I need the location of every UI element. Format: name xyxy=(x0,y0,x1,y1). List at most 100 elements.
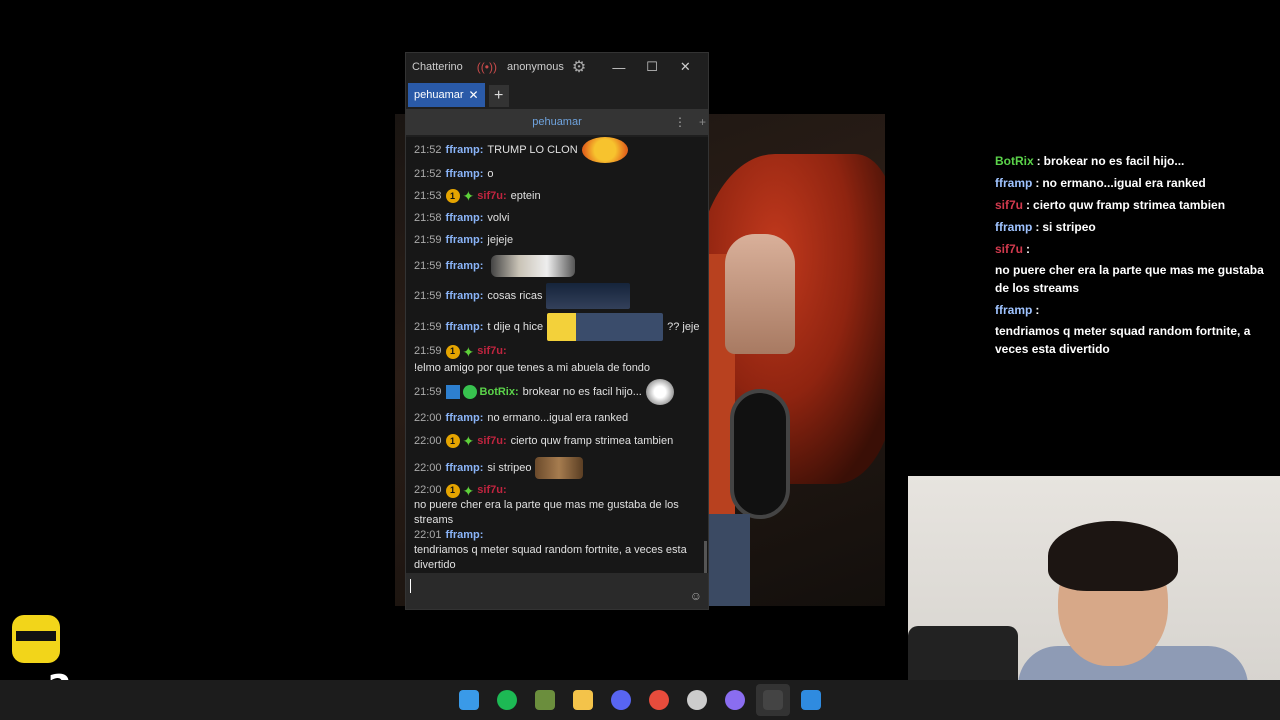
text-caret xyxy=(410,579,411,593)
chat-message[interactable]: 21:59 BotRix: brokear no es facil hijo... xyxy=(414,377,700,407)
message-text: cierto quw framp strimea tambien xyxy=(510,434,674,447)
message-timestamp: 21:52 xyxy=(414,143,442,156)
chatterino-icon[interactable] xyxy=(756,684,790,716)
emoji-icon[interactable]: ☺ xyxy=(690,589,702,603)
message-text-after: ?? jeje xyxy=(667,320,700,333)
chat-message[interactable]: 21:52 fframp: TRUMP LO CLON xyxy=(414,137,700,163)
scrollbar[interactable] xyxy=(704,541,707,573)
message-username[interactable]: sif7u: xyxy=(477,344,506,359)
folder-icon[interactable] xyxy=(566,684,600,716)
minecraft-icon[interactable] xyxy=(528,684,562,716)
chatterino-window: Chatterino ((•)) anonymous ⚙ — ☐ ✕ pehua… xyxy=(405,52,709,610)
account-name[interactable]: anonymous xyxy=(507,61,564,73)
add-split-icon[interactable]: + xyxy=(699,115,706,129)
message-timestamp: 21:59 xyxy=(414,385,442,398)
overlay-separator: : xyxy=(1035,220,1040,234)
message-username[interactable]: fframp: xyxy=(446,211,484,226)
message-list[interactable]: 21:52 fframp: TRUMP LO CLON 21:52 fframp: o 21… xyxy=(406,137,708,575)
sparkle-badge-icon: ✦ xyxy=(462,482,475,499)
chat-message[interactable]: 21:59 1 ✦ sif7u: !elmo amigo por que tenes a… xyxy=(414,343,700,377)
vscode-icon[interactable] xyxy=(794,684,828,716)
overlay-username: fframp xyxy=(995,303,1033,317)
spotify-icon[interactable] xyxy=(490,684,524,716)
overlay-message: sif7u: cierto quw framp strimea tambien xyxy=(995,196,1280,214)
live-icon[interactable]: ((•)) xyxy=(477,60,497,74)
message-text: t dije q hice xyxy=(487,320,544,333)
bot-badge-icon xyxy=(445,385,460,399)
chat-input[interactable]: ☺ xyxy=(406,573,708,609)
obs-icon[interactable] xyxy=(680,684,714,716)
message-text: TRUMP LO CLON xyxy=(487,143,578,156)
split-menu-icon[interactable]: ⋮ xyxy=(674,115,686,129)
chrome-icon-glyph xyxy=(649,690,669,710)
streamer-hair xyxy=(1048,521,1178,591)
overlay-separator: : xyxy=(1035,176,1040,190)
message-text: no puere cher era la parte que mas me gu… xyxy=(414,499,679,526)
tab-pehuamar[interactable]: pehuamar ✕ xyxy=(408,83,485,107)
message-username[interactable]: sif7u: xyxy=(477,189,506,204)
chat-message[interactable]: 22:00 1 ✦ sif7u: no puere cher era la parte … xyxy=(414,483,700,528)
message-username[interactable]: fframp: xyxy=(446,320,484,335)
message-username[interactable]: sif7u: xyxy=(477,434,506,449)
chat-message[interactable]: 21:53 1 ✦ sif7u: eptein xyxy=(414,185,700,207)
message-timestamp: 22:00 xyxy=(414,434,442,447)
trump-emote-icon[interactable] xyxy=(581,137,628,163)
messenger-icon[interactable] xyxy=(718,684,752,716)
windows-icon[interactable] xyxy=(452,684,486,716)
chat-message[interactable]: 21:59 fframp: xyxy=(414,251,700,281)
car-wheel xyxy=(730,389,790,519)
rock-emote-icon[interactable] xyxy=(535,457,584,479)
pair-emote-icon[interactable] xyxy=(547,313,664,341)
close-button[interactable]: ✕ xyxy=(669,59,702,75)
message-username[interactable]: fframp: xyxy=(446,528,484,543)
minimize-button[interactable]: — xyxy=(602,60,635,75)
cool-emote-icon xyxy=(12,615,62,670)
chat-message[interactable]: 21:59 fframp: t dije q hice ?? jeje xyxy=(414,311,700,343)
person-jeans xyxy=(705,514,750,606)
chat-message[interactable]: 22:01 fframp: tendriamos q meter squad ran… xyxy=(414,528,700,575)
dark-emote-icon[interactable] xyxy=(546,283,631,309)
message-timestamp: 21:59 xyxy=(414,233,442,246)
message-username[interactable]: fframp: xyxy=(446,461,484,476)
overlay-username: fframp xyxy=(995,176,1033,190)
message-username[interactable]: sif7u: xyxy=(477,483,506,498)
chat-message[interactable]: 22:00 fframp: no ermano...igual era ranked xyxy=(414,407,700,429)
person-hand xyxy=(725,234,795,354)
overlay-separator: : xyxy=(1026,198,1031,212)
message-username[interactable]: fframp: xyxy=(446,167,484,182)
chat-message[interactable]: 22:00 fframp: si stripeo xyxy=(414,453,700,483)
troll-emote-icon[interactable] xyxy=(645,379,674,405)
messenger-icon-glyph xyxy=(725,690,745,710)
title-bar[interactable]: Chatterino ((•)) anonymous ⚙ — ☐ ✕ xyxy=(406,53,708,81)
chrome-icon[interactable] xyxy=(642,684,676,716)
message-username[interactable]: BotRix: xyxy=(480,385,519,400)
chat-message[interactable]: 21:52 fframp: o xyxy=(414,163,700,185)
message-username[interactable]: fframp: xyxy=(446,233,484,248)
folder-icon-glyph xyxy=(573,690,593,710)
channel-name: pehuamar xyxy=(532,116,582,128)
message-username[interactable]: fframp: xyxy=(446,143,484,158)
message-timestamp: 22:00 xyxy=(414,411,442,424)
overlay-username: sif7u xyxy=(995,242,1024,256)
discord-icon[interactable] xyxy=(604,684,638,716)
chat-message[interactable]: 21:59 fframp: cosas ricas xyxy=(414,281,700,311)
overlay-separator: : xyxy=(1035,303,1040,317)
split-header[interactable]: pehuamar ⋮ + xyxy=(406,109,708,135)
message-username[interactable]: fframp: xyxy=(446,259,484,274)
maximize-button[interactable]: ☐ xyxy=(635,59,668,75)
cat-emote-icon[interactable] xyxy=(491,255,576,277)
overlay-text: tendriamos q meter squad random fortnite… xyxy=(995,324,1251,356)
message-text: tendriamos q meter squad random fortnite… xyxy=(414,544,687,571)
message-username[interactable]: fframp: xyxy=(446,289,484,304)
message-username[interactable]: fframp: xyxy=(446,411,484,426)
chat-message[interactable]: 21:58 fframp: volvi xyxy=(414,207,700,229)
gear-icon[interactable]: ⚙ xyxy=(572,57,586,77)
add-tab-button[interactable]: + xyxy=(488,85,509,107)
sparkle-badge-icon: ✦ xyxy=(462,433,475,449)
message-text: cosas ricas xyxy=(487,289,543,302)
spotify-icon-glyph xyxy=(497,690,517,710)
chat-message[interactable]: 22:00 1 ✦ sif7u: cierto quw framp strimea ta… xyxy=(414,429,700,453)
chat-message[interactable]: 21:59 fframp: jejeje xyxy=(414,229,700,251)
message-timestamp: 21:58 xyxy=(414,211,442,224)
close-tab-icon[interactable]: ✕ xyxy=(469,88,479,102)
